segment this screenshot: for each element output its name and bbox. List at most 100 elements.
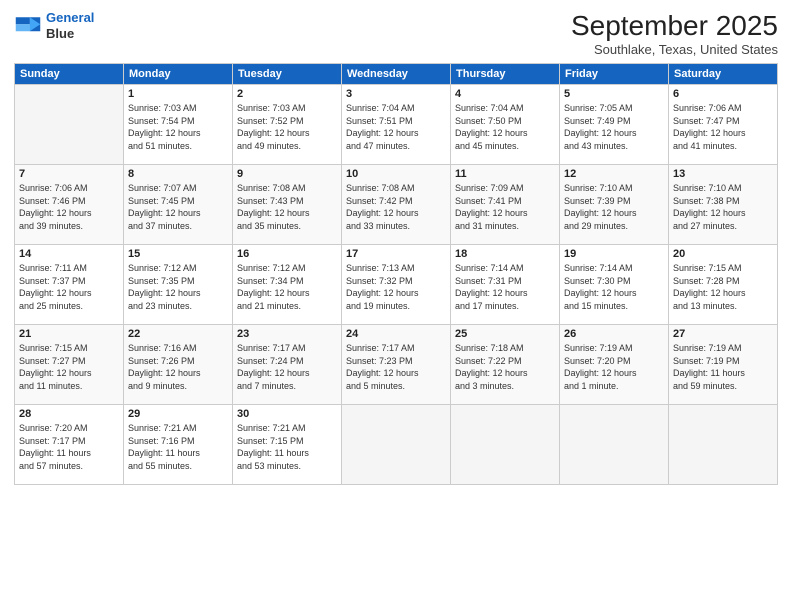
day-info: Sunrise: 7:19 AM Sunset: 7:19 PM Dayligh…: [673, 342, 773, 392]
calendar-cell: 25 Sunrise: 7:18 AM Sunset: 7:22 PM Dayli…: [451, 325, 560, 405]
day-number: 18: [455, 248, 555, 260]
day-number: 4: [455, 88, 555, 100]
calendar-cell: 9Sunrise: 7:08 AM Sunset: 7:43 PM Daylig…: [233, 165, 342, 245]
calendar-cell: [451, 405, 560, 485]
calendar-cell: 15 Sunrise: 7:12 AM Sunset: 7:35 PM Dayli…: [124, 245, 233, 325]
day-number: 26: [564, 328, 664, 340]
day-number: 15: [128, 248, 228, 260]
day-info: Sunrise: 7:20 AM Sunset: 7:17 PM Dayligh…: [19, 422, 119, 472]
day-number: 30: [237, 408, 337, 420]
calendar-cell: 26Sunrise: 7:19 AM Sunset: 7:20 PM Dayli…: [560, 325, 669, 405]
day-number: 23: [237, 328, 337, 340]
day-info: Sunrise: 7:16 AM Sunset: 7:26 PM Dayligh…: [128, 342, 228, 392]
logo-icon: [14, 12, 42, 40]
calendar-week-4: 21Sunrise: 7:15 AM Sunset: 7:27 PM Dayli…: [15, 325, 778, 405]
day-info: Sunrise: 7:21 AM Sunset: 7:16 PM Dayligh…: [128, 422, 228, 472]
calendar-cell: 14Sunrise: 7:11 AM Sunset: 7:37 PM Dayli…: [15, 245, 124, 325]
day-number: 6: [673, 88, 773, 100]
day-number: 3: [346, 88, 446, 100]
calendar-cell: 22Sunrise: 7:16 AM Sunset: 7:26 PM Dayli…: [124, 325, 233, 405]
day-number: 14: [19, 248, 119, 260]
calendar-table: SundayMondayTuesdayWednesdayThursdayFrid…: [14, 63, 778, 485]
day-number: 1: [128, 88, 228, 100]
day-info: Sunrise: 7:17 AM Sunset: 7:23 PM Dayligh…: [346, 342, 446, 392]
day-number: 16: [237, 248, 337, 260]
header-thursday: Thursday: [451, 64, 560, 85]
day-number: 7: [19, 168, 119, 180]
day-info: Sunrise: 7:03 AM Sunset: 7:52 PM Dayligh…: [237, 102, 337, 152]
day-info: Sunrise: 7:03 AM Sunset: 7:54 PM Dayligh…: [128, 102, 228, 152]
day-info: Sunrise: 7:14 AM Sunset: 7:30 PM Dayligh…: [564, 262, 664, 312]
day-info: Sunrise: 7:08 AM Sunset: 7:43 PM Dayligh…: [237, 182, 337, 232]
calendar-cell: 4 Sunrise: 7:04 AM Sunset: 7:50 PM Daylig…: [451, 85, 560, 165]
calendar-body: 1 Sunrise: 7:03 AM Sunset: 7:54 PM Daylig…: [15, 85, 778, 485]
day-number: 12: [564, 168, 664, 180]
calendar-cell: 23 Sunrise: 7:17 AM Sunset: 7:24 PM Dayli…: [233, 325, 342, 405]
calendar-cell: 27Sunrise: 7:19 AM Sunset: 7:19 PM Dayli…: [669, 325, 778, 405]
header: General Blue September 2025 Southlake, T…: [14, 10, 778, 57]
day-number: 28: [19, 408, 119, 420]
calendar-cell: 21Sunrise: 7:15 AM Sunset: 7:27 PM Dayli…: [15, 325, 124, 405]
calendar-week-1: 1 Sunrise: 7:03 AM Sunset: 7:54 PM Daylig…: [15, 85, 778, 165]
calendar-cell: 8Sunrise: 7:07 AM Sunset: 7:45 PM Daylig…: [124, 165, 233, 245]
calendar-cell: 1 Sunrise: 7:03 AM Sunset: 7:54 PM Daylig…: [124, 85, 233, 165]
day-info: Sunrise: 7:15 AM Sunset: 7:28 PM Dayligh…: [673, 262, 773, 312]
day-info: Sunrise: 7:10 AM Sunset: 7:39 PM Dayligh…: [564, 182, 664, 232]
calendar-cell: 19 Sunrise: 7:14 AM Sunset: 7:30 PM Dayli…: [560, 245, 669, 325]
calendar-cell: 12 Sunrise: 7:10 AM Sunset: 7:39 PM Dayli…: [560, 165, 669, 245]
logo-text: General Blue: [46, 10, 94, 41]
calendar-cell: [560, 405, 669, 485]
calendar-cell: 2 Sunrise: 7:03 AM Sunset: 7:52 PM Daylig…: [233, 85, 342, 165]
day-number: 25: [455, 328, 555, 340]
header-saturday: Saturday: [669, 64, 778, 85]
calendar-cell: 5 Sunrise: 7:05 AM Sunset: 7:49 PM Daylig…: [560, 85, 669, 165]
location: Southlake, Texas, United States: [571, 42, 778, 57]
day-info: Sunrise: 7:05 AM Sunset: 7:49 PM Dayligh…: [564, 102, 664, 152]
day-info: Sunrise: 7:04 AM Sunset: 7:50 PM Dayligh…: [455, 102, 555, 152]
day-number: 20: [673, 248, 773, 260]
day-number: 2: [237, 88, 337, 100]
day-number: 24: [346, 328, 446, 340]
day-info: Sunrise: 7:18 AM Sunset: 7:22 PM Dayligh…: [455, 342, 555, 392]
calendar-cell: 28 Sunrise: 7:20 AM Sunset: 7:17 PM Dayli…: [15, 405, 124, 485]
day-number: 5: [564, 88, 664, 100]
day-number: 11: [455, 168, 555, 180]
day-info: Sunrise: 7:21 AM Sunset: 7:15 PM Dayligh…: [237, 422, 337, 472]
day-number: 10: [346, 168, 446, 180]
header-sunday: Sunday: [15, 64, 124, 85]
day-number: 17: [346, 248, 446, 260]
title-block: September 2025 Southlake, Texas, United …: [571, 10, 778, 57]
header-tuesday: Tuesday: [233, 64, 342, 85]
calendar-cell: 3Sunrise: 7:04 AM Sunset: 7:51 PM Daylig…: [342, 85, 451, 165]
header-wednesday: Wednesday: [342, 64, 451, 85]
calendar-week-2: 7 Sunrise: 7:06 AM Sunset: 7:46 PM Daylig…: [15, 165, 778, 245]
calendar-cell: 16 Sunrise: 7:12 AM Sunset: 7:34 PM Dayli…: [233, 245, 342, 325]
calendar-cell: 29Sunrise: 7:21 AM Sunset: 7:16 PM Dayli…: [124, 405, 233, 485]
calendar-header-row: SundayMondayTuesdayWednesdayThursdayFrid…: [15, 64, 778, 85]
calendar-cell: [669, 405, 778, 485]
header-monday: Monday: [124, 64, 233, 85]
calendar-week-5: 28 Sunrise: 7:20 AM Sunset: 7:17 PM Dayli…: [15, 405, 778, 485]
calendar-cell: 7 Sunrise: 7:06 AM Sunset: 7:46 PM Daylig…: [15, 165, 124, 245]
day-number: 19: [564, 248, 664, 260]
day-info: Sunrise: 7:13 AM Sunset: 7:32 PM Dayligh…: [346, 262, 446, 312]
logo-line1: General: [46, 10, 94, 25]
calendar-cell: 13 Sunrise: 7:10 AM Sunset: 7:38 PM Dayli…: [669, 165, 778, 245]
calendar-cell: 30 Sunrise: 7:21 AM Sunset: 7:15 PM Dayli…: [233, 405, 342, 485]
day-info: Sunrise: 7:12 AM Sunset: 7:35 PM Dayligh…: [128, 262, 228, 312]
month-title: September 2025: [571, 10, 778, 42]
day-info: Sunrise: 7:06 AM Sunset: 7:46 PM Dayligh…: [19, 182, 119, 232]
day-number: 8: [128, 168, 228, 180]
day-info: Sunrise: 7:14 AM Sunset: 7:31 PM Dayligh…: [455, 262, 555, 312]
day-info: Sunrise: 7:15 AM Sunset: 7:27 PM Dayligh…: [19, 342, 119, 392]
day-number: 13: [673, 168, 773, 180]
day-info: Sunrise: 7:10 AM Sunset: 7:38 PM Dayligh…: [673, 182, 773, 232]
calendar-cell: 6Sunrise: 7:06 AM Sunset: 7:47 PM Daylig…: [669, 85, 778, 165]
page: General Blue September 2025 Southlake, T…: [0, 0, 792, 612]
calendar-cell: [15, 85, 124, 165]
day-info: Sunrise: 7:17 AM Sunset: 7:24 PM Dayligh…: [237, 342, 337, 392]
calendar-cell: 18 Sunrise: 7:14 AM Sunset: 7:31 PM Dayli…: [451, 245, 560, 325]
day-info: Sunrise: 7:12 AM Sunset: 7:34 PM Dayligh…: [237, 262, 337, 312]
calendar-cell: 20 Sunrise: 7:15 AM Sunset: 7:28 PM Dayli…: [669, 245, 778, 325]
header-friday: Friday: [560, 64, 669, 85]
